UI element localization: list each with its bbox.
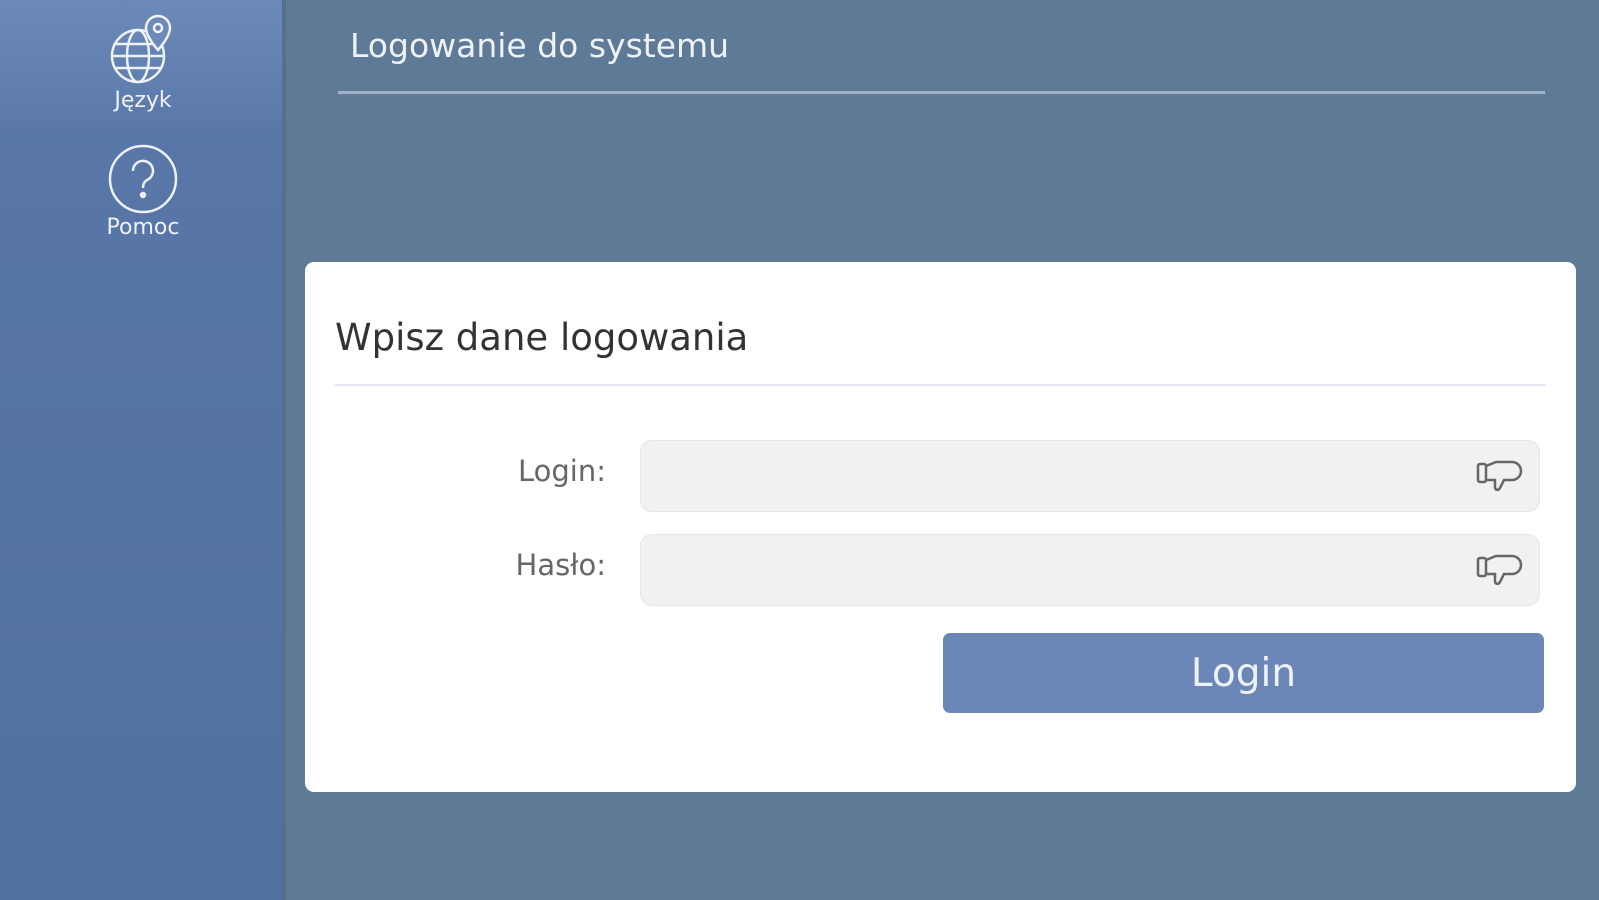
login-card: Wpisz dane logowania Login: Hasło: Login xyxy=(305,262,1576,792)
divider xyxy=(335,384,1546,386)
password-input[interactable] xyxy=(640,534,1540,606)
help-circle-icon xyxy=(108,144,178,214)
sidebar-item-label: Pomoc xyxy=(106,215,180,240)
sidebar: Język Pomoc xyxy=(0,0,286,900)
thumbs-down-icon[interactable] xyxy=(1475,550,1525,590)
globe-location-icon xyxy=(110,14,172,84)
login-label: Login: xyxy=(517,454,606,488)
login-button[interactable]: Login xyxy=(943,633,1544,713)
page-title: Logowanie do systemu xyxy=(338,26,1545,94)
sidebar-item-language[interactable]: Język xyxy=(0,12,286,113)
sidebar-item-label: Język xyxy=(114,88,172,113)
form-title: Wpisz dane logowania xyxy=(335,316,749,359)
thumbs-down-icon[interactable] xyxy=(1475,456,1525,496)
password-label: Hasło: xyxy=(515,548,606,582)
sidebar-item-help[interactable]: Pomoc xyxy=(0,143,286,240)
login-input[interactable] xyxy=(640,440,1540,512)
